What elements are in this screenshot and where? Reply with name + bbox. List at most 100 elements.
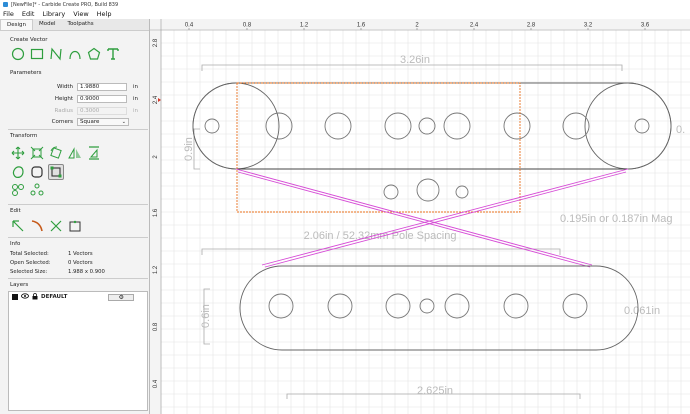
- lock-icon[interactable]: [32, 292, 38, 302]
- height-label: Height: [54, 96, 73, 102]
- selected-rectangle[interactable]: [236, 82, 521, 213]
- open-selected-value: 0 Vectors: [68, 260, 93, 266]
- total-selected-row: Total Selected: 1 Vectors: [10, 251, 93, 257]
- top-ruler-label: 1.2: [300, 23, 309, 29]
- pole-hole: [443, 112, 471, 140]
- pole-hole: [324, 112, 352, 140]
- small-hole: [383, 184, 399, 200]
- menu-view[interactable]: View: [73, 10, 88, 18]
- left-ruler-label: 2.8: [153, 38, 159, 47]
- transform-tools-row2: [10, 164, 64, 180]
- move-icon[interactable]: [10, 145, 26, 161]
- total-selected-label: Total Selected:: [10, 251, 49, 257]
- tab-toolpaths[interactable]: Toolpaths: [62, 19, 100, 30]
- layers-panel: DEFAULT ⚙: [8, 291, 148, 411]
- top-ruler-label: 2.8: [527, 23, 536, 29]
- height-unit: in: [133, 96, 139, 102]
- window-title: [NewFile]* - Carbide Create PRO, Build 8…: [11, 1, 119, 8]
- tab-design[interactable]: Design: [0, 19, 33, 30]
- menu-file[interactable]: File: [3, 10, 14, 18]
- pole-hole: [385, 293, 411, 319]
- gear-icon: ⚙: [118, 293, 125, 301]
- scale-icon[interactable]: [29, 145, 45, 161]
- width-unit: in: [133, 84, 139, 90]
- create-vector-tools: [10, 46, 121, 62]
- divider: [8, 129, 148, 130]
- polyline-icon[interactable]: [48, 46, 64, 62]
- pole-hole: [268, 293, 294, 319]
- radius-unit: in: [133, 108, 139, 114]
- corners-label: Corners: [51, 119, 73, 125]
- chevron-down-icon: ⌄: [121, 119, 126, 125]
- fillet-icon[interactable]: [29, 164, 45, 180]
- small-hole: [455, 185, 469, 199]
- left-ruler-label: 1.6: [153, 208, 159, 217]
- menu-help[interactable]: Help: [97, 10, 112, 18]
- array-icon[interactable]: [29, 182, 45, 198]
- offset-icon[interactable]: [10, 164, 26, 180]
- transform-tools-row3: [10, 182, 45, 198]
- app-icon: [3, 2, 8, 7]
- height-row: Height 0.9000 in: [10, 94, 150, 104]
- design-canvas[interactable]: 0.4 0.8 1.2 1.6 2 2.4 2.8 3.2 3.6 2.8 2.4 2 1.6 1.2 0…: [150, 19, 690, 414]
- tab-model[interactable]: Model: [33, 19, 62, 30]
- mid-holes: [383, 178, 469, 202]
- top-width-label: 3.26in: [400, 54, 430, 66]
- middle-hole: [416, 178, 440, 202]
- layer-color-swatch[interactable]: [12, 294, 18, 300]
- width-row: Width 1.9880 in: [10, 82, 150, 92]
- canvas-svg[interactable]: 0.4 0.8 1.2 1.6 2 2.4 2.8 3.2 3.6 2.82.421.61.20…: [150, 19, 690, 414]
- corners-row: Corners Square ⌄: [10, 117, 150, 127]
- top-ruler-label: 0.8: [243, 23, 252, 29]
- pointer-icon[interactable]: [10, 218, 26, 234]
- trim-icon[interactable]: [48, 218, 64, 234]
- height-field[interactable]: 0.9000: [77, 95, 127, 103]
- weld-icon[interactable]: [10, 182, 26, 198]
- text-icon[interactable]: [105, 46, 121, 62]
- layer-name: DEFAULT: [41, 294, 68, 300]
- menu-edit[interactable]: Edit: [22, 10, 35, 18]
- parameters-title: Parameters: [10, 70, 42, 76]
- transform-tools-row1: [10, 145, 102, 161]
- left-ruler-label: 1.2: [153, 265, 159, 274]
- divider: [8, 278, 148, 279]
- width-field[interactable]: 1.9880: [77, 83, 127, 91]
- layer-settings-button[interactable]: ⚙: [108, 293, 135, 301]
- menu-library[interactable]: Library: [42, 10, 65, 18]
- top-ruler-label: 2.4: [470, 23, 479, 29]
- sidebar-tabs: Design Model Toolpaths: [0, 19, 149, 31]
- join-icon[interactable]: [67, 218, 83, 234]
- pole-hole: [384, 112, 412, 140]
- right-mount-ear: [584, 82, 672, 170]
- app-window: [NewFile]* - Carbide Create PRO, Build 8…: [0, 0, 690, 414]
- pole-hole: [562, 293, 588, 319]
- transform-title: Transform: [10, 133, 38, 139]
- design-sidebar: Design Model Toolpaths Create Vector Par…: [0, 19, 150, 414]
- pole-hole: [444, 293, 470, 319]
- bottom-width-label: 2.625in: [417, 385, 453, 397]
- rotate-icon[interactable]: [48, 145, 64, 161]
- center-hole: [418, 117, 436, 135]
- radius-row: Radius 0.3000 in: [10, 106, 150, 116]
- open-selected-label: Open Selected:: [10, 260, 51, 266]
- corners-select[interactable]: Square ⌄: [77, 118, 129, 126]
- right-partial-label: 0.: [676, 124, 685, 136]
- eye-icon[interactable]: [21, 293, 29, 301]
- left-ruler-label: 0.4: [153, 379, 159, 388]
- rectangle-icon[interactable]: [29, 46, 45, 62]
- polygon-icon[interactable]: [86, 46, 102, 62]
- pole-hole: [503, 293, 529, 319]
- mirror-icon[interactable]: [67, 145, 83, 161]
- bottom-pickup-outline[interactable]: [239, 265, 639, 351]
- align-icon[interactable]: [86, 145, 102, 161]
- bottom-height-label: 0.6in: [200, 304, 212, 328]
- top-ruler-label: 3.2: [584, 23, 593, 29]
- corners-value: Square: [80, 119, 100, 125]
- node-edit-icon[interactable]: [48, 164, 64, 180]
- top-ruler: [150, 19, 690, 30]
- layer-row[interactable]: DEFAULT ⚙: [9, 292, 147, 302]
- pole-hole: [503, 112, 531, 140]
- circle-icon[interactable]: [10, 46, 26, 62]
- curve-icon[interactable]: [67, 46, 83, 62]
- knife-icon[interactable]: [29, 218, 45, 234]
